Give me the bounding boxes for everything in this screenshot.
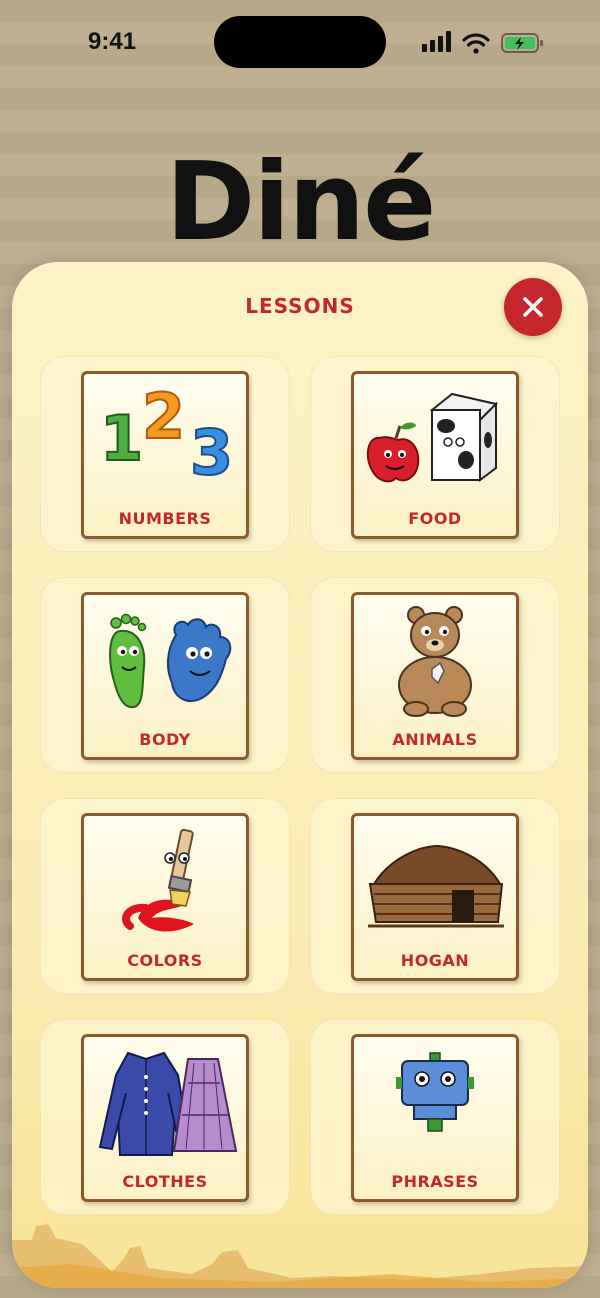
lesson-tile-hogan[interactable]: HOGAN (310, 798, 560, 994)
close-icon (523, 297, 543, 317)
lessons-sheet: LESSONS 1 2 3 NUMBERS FOOD BODY ANIMALS … (12, 262, 588, 1288)
svg-text:1: 1 (100, 402, 143, 475)
body-icon (109, 613, 232, 709)
lesson-tile-colors[interactable]: COLORS (40, 798, 290, 994)
milk-carton-icon (429, 392, 498, 482)
apple-icon (366, 422, 420, 483)
status-time: 9:41 (88, 28, 137, 55)
paintbrush-icon (122, 828, 194, 932)
status-bar: 9:41 (0, 0, 600, 80)
lesson-card-animals[interactable]: ANIMALS (351, 592, 519, 760)
status-icons (422, 31, 543, 54)
lesson-card-colors[interactable]: COLORS (81, 813, 249, 981)
lesson-label: COLORS (127, 951, 203, 970)
foot-icon (109, 613, 147, 709)
sheet-title: LESSONS (245, 294, 355, 318)
lesson-card-clothes[interactable]: CLOTHES (81, 1034, 249, 1202)
hand-icon (166, 618, 232, 702)
lesson-tile-food[interactable]: FOOD (310, 356, 560, 552)
wifi-icon (462, 33, 490, 54)
lesson-label: ANIMALS (392, 730, 478, 749)
close-button[interactable] (504, 278, 562, 336)
dynamic-island (214, 16, 386, 68)
robot-icon (396, 1052, 474, 1132)
numbers-icon: 1 2 3 (99, 380, 234, 490)
hogan-icon (368, 844, 504, 928)
lesson-card-numbers[interactable]: 1 2 3 NUMBERS (81, 371, 249, 539)
app-title: Diné (165, 140, 437, 265)
lesson-label: FOOD (408, 509, 462, 528)
lesson-card-food[interactable]: FOOD (351, 371, 519, 539)
lesson-card-body[interactable]: BODY (81, 592, 249, 760)
clothes-icon (98, 1051, 238, 1156)
battery-icon (501, 33, 543, 53)
svg-text:2: 2 (142, 380, 185, 453)
svg-text:3: 3 (190, 416, 233, 489)
lesson-label: BODY (139, 730, 191, 749)
bear-icon (398, 606, 472, 717)
lesson-card-hogan[interactable]: HOGAN (351, 813, 519, 981)
lesson-tile-animals[interactable]: ANIMALS (310, 577, 560, 773)
skirt-icon (172, 1058, 238, 1152)
cellular-signal-icon (422, 31, 451, 52)
lesson-label: HOGAN (400, 951, 470, 970)
lesson-tile-numbers[interactable]: 1 2 3 NUMBERS (40, 356, 290, 552)
lesson-card-phrases[interactable]: PHRASES (351, 1034, 519, 1202)
lesson-label: NUMBERS (118, 509, 212, 528)
food-icon (366, 392, 498, 483)
desert-mesa-silhouette (12, 1224, 588, 1288)
lesson-tile-body[interactable]: BODY (40, 577, 290, 773)
